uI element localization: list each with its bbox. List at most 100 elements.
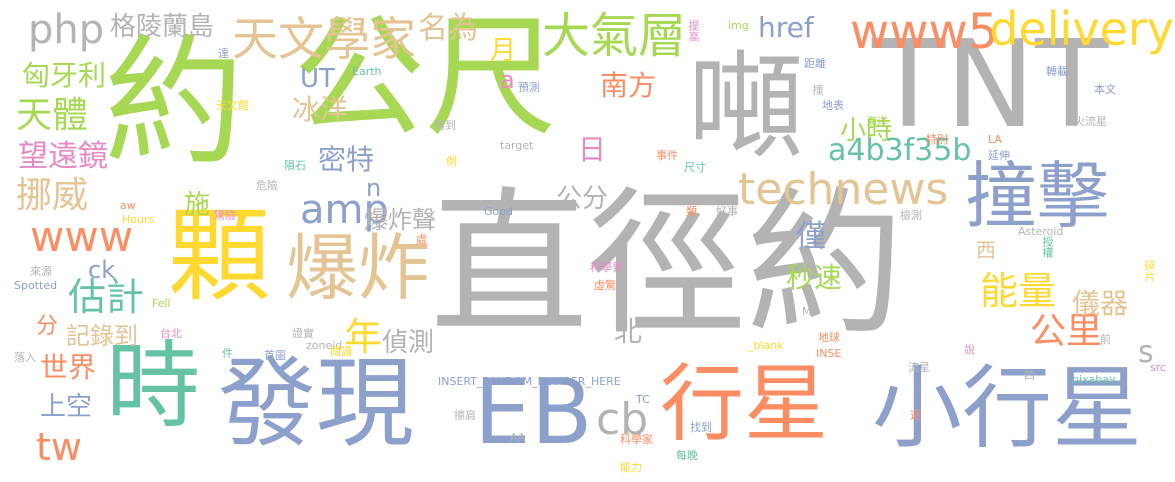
word: 挪威 (16, 175, 89, 216)
word: tw (36, 425, 82, 469)
word: UT (300, 64, 335, 94)
word: 落到 (434, 119, 456, 132)
word: AA (510, 431, 526, 444)
word: 距離 (804, 57, 826, 70)
word: 台北 (160, 327, 182, 340)
word: href (758, 11, 814, 44)
word: 天文館 (216, 99, 249, 112)
word: Spotted (14, 279, 58, 292)
word: 僅 (796, 219, 826, 254)
word: 事件 (656, 149, 678, 162)
word: 特別 (926, 133, 948, 146)
word: 首圖 (264, 349, 286, 362)
word: 名為 (418, 11, 478, 46)
word: 時 (106, 332, 201, 441)
word: 天文學家 (232, 12, 416, 66)
word: 噸 (688, 40, 804, 175)
word: 每晚 (676, 449, 698, 462)
word: Hours (122, 213, 155, 226)
word: Good (484, 205, 513, 218)
word: 例 (446, 155, 457, 168)
word: 能量 (980, 269, 1057, 313)
word: 處 (416, 233, 427, 246)
word: 落入 (14, 351, 36, 364)
word: 延伸 (988, 149, 1010, 162)
word: 虛驚 (594, 279, 616, 292)
word: 本文 (1094, 83, 1116, 96)
word: pixabay (1072, 373, 1116, 386)
word: _blank (748, 339, 784, 352)
word: 擦肩 (454, 409, 476, 422)
word: 施 (184, 190, 211, 220)
word: 找到 (690, 421, 712, 434)
word: 能力 (620, 461, 642, 474)
word: 達 (218, 47, 229, 60)
word: aw (120, 199, 136, 212)
word: 北 (614, 315, 643, 348)
word: 上空 (40, 392, 93, 422)
word: www5 (850, 4, 999, 60)
word: 來源 (30, 265, 52, 278)
word: 大氣層 (542, 8, 687, 64)
word: n (366, 174, 382, 202)
word: 公分 (556, 184, 609, 214)
word: 說 (964, 343, 975, 356)
word: 撞 (811, 84, 824, 95)
word: 密特 (318, 143, 375, 176)
word: 南方 (600, 69, 657, 102)
word: 望遠鏡 (18, 139, 108, 174)
word: 隕石 (284, 159, 306, 172)
word: 匈牙利 (22, 59, 107, 92)
word: 科學家 (620, 433, 653, 446)
word: 科學界 (590, 261, 623, 274)
word: MO (802, 305, 821, 318)
word: INSERT_RANDOM_NUMBER_HERE (438, 375, 621, 388)
word: ck (88, 256, 116, 284)
word: 記錄到 (66, 322, 138, 350)
word: 前 (1100, 333, 1111, 346)
word: 尺寸 (684, 161, 706, 174)
word: INSE (816, 347, 842, 360)
word: www (30, 212, 134, 261)
word: 流星 (908, 361, 930, 374)
word: 月 (490, 36, 517, 66)
word: 授權 (1041, 236, 1054, 258)
word: php (28, 7, 105, 53)
word: delivery (989, 2, 1174, 56)
word: 預測 (518, 81, 540, 94)
word: 分 (36, 314, 59, 339)
word: 天體 (16, 95, 89, 136)
word: 西 (976, 238, 996, 262)
word: src (1150, 361, 1167, 374)
word: TC (636, 393, 650, 406)
word: 撞擊 (965, 154, 1110, 238)
word: target (500, 139, 534, 152)
word: 爆炸聲 (364, 206, 436, 234)
word: 行星 (660, 355, 829, 453)
word: 證實 (292, 327, 314, 340)
word: 地表 (822, 99, 844, 112)
word: 秒速 (786, 261, 843, 294)
word: 提高 (687, 20, 700, 42)
word: LA (988, 133, 1002, 146)
word: 四 (1024, 369, 1035, 382)
word: 好事 (716, 205, 738, 218)
word: 類 (686, 205, 697, 218)
word: 火流星 (1074, 115, 1107, 128)
word: 世界 (40, 351, 97, 384)
word: technews (738, 164, 949, 215)
word: 檢測 (900, 209, 922, 222)
word: 儀器 (1072, 287, 1129, 320)
word: 日 (578, 133, 607, 166)
word: Fell (152, 297, 171, 310)
word: 轉載 (1046, 65, 1068, 78)
word: 海洋 (866, 115, 888, 128)
word: 逐 (910, 409, 921, 422)
word: 件 (222, 347, 233, 360)
word: 偵測 (382, 328, 435, 358)
word: 爆炸 (286, 226, 431, 310)
word: 閱讀 (330, 345, 352, 358)
word-cloud: 直徑約 公尺 約 TNT 噸 顆 發現 時 行星 小行星 EB 撞擊 爆炸 天文… (0, 0, 1175, 482)
word: 格陵蘭島 (110, 12, 215, 42)
word: 碎片 (1143, 260, 1156, 282)
